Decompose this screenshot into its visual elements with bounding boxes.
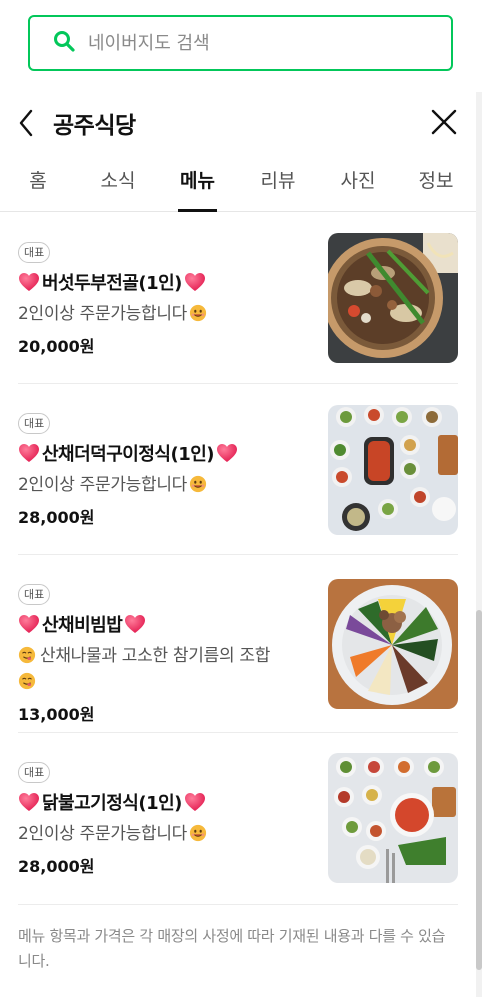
tab-menu[interactable]: 메뉴	[178, 166, 217, 212]
divider	[18, 554, 458, 555]
menu-item[interactable]: 대표 닭불고기정식(1인) 2인이상 주문가능합니다 28,000원	[18, 753, 458, 896]
heart-icon	[184, 792, 206, 812]
signature-badge: 대표	[18, 413, 51, 434]
tab-info[interactable]: 정보	[414, 166, 458, 212]
chevron-left-icon	[19, 109, 33, 137]
tab-home[interactable]: 홈	[18, 166, 58, 212]
back-button[interactable]	[14, 108, 38, 138]
tab-reviews[interactable]: 리뷰	[256, 166, 300, 212]
search-icon	[52, 29, 76, 57]
heart-icon	[18, 614, 40, 634]
tab-bar: 홈 소식 메뉴 리뷰 사진 정보	[0, 160, 482, 212]
scrollbar-track[interactable]	[476, 92, 482, 997]
page-title: 공주식당	[53, 113, 136, 139]
menu-name: 버섯두부전골(1인)	[42, 273, 182, 294]
menu-description-text: 2인이상 주문가능합니다	[18, 304, 188, 324]
menu-price: 13,000원	[18, 705, 95, 724]
heart-icon	[18, 272, 40, 292]
yum-emoji-icon	[18, 646, 36, 664]
menu-name-row: 산채비빔밥	[18, 611, 146, 637]
heart-icon	[216, 443, 238, 463]
yum-emoji-icon	[18, 672, 36, 690]
tab-photos[interactable]: 사진	[336, 166, 380, 212]
close-button[interactable]	[430, 108, 458, 136]
divider	[18, 732, 458, 733]
menu-notice: 메뉴 항목과 가격은 각 매장의 사정에 따라 기재된 내용과 다를 수 있습니…	[18, 927, 446, 970]
heart-icon	[184, 272, 206, 292]
signature-badge: 대표	[18, 242, 51, 263]
signature-badge: 대표	[18, 584, 51, 605]
divider	[18, 904, 458, 905]
menu-photo[interactable]	[328, 233, 458, 363]
tab-news[interactable]: 소식	[96, 166, 140, 212]
menu-name-row: 산채더덕구이정식(1인)	[18, 440, 238, 466]
menu-description-text: 산채나물과 고소한 참기름의 조합	[40, 646, 271, 666]
menu-description-text: 2인이상 주문가능합니다	[18, 475, 188, 495]
menu-item[interactable]: 대표 산채더덕구이정식(1인) 2인이상 주문가능합니다 28,000원	[18, 405, 458, 547]
menu-price: 28,000원	[18, 857, 95, 876]
divider	[18, 383, 458, 384]
menu-description: 산채나물과 고소한 참기름의 조합	[18, 643, 308, 695]
menu-description: 2인이상 주문가능합니다	[18, 821, 207, 847]
menu-photo[interactable]	[328, 405, 458, 535]
scrollbar-thumb[interactable]	[476, 610, 482, 970]
heart-icon	[18, 443, 40, 463]
menu-price: 20,000원	[18, 337, 95, 356]
menu-name-row: 닭불고기정식(1인)	[18, 789, 206, 815]
menu-description-text: 2인이상 주문가능합니다	[18, 824, 188, 844]
place-header: 공주식당	[0, 100, 482, 146]
search-bar[interactable]	[28, 15, 453, 71]
signature-badge: 대표	[18, 762, 51, 783]
smile-emoji-icon	[189, 304, 207, 322]
heart-icon	[18, 792, 40, 812]
menu-item[interactable]: 대표 버섯두부전골(1인) 2인이상 주문가능합니다 20,000원	[18, 233, 458, 376]
menu-description: 2인이상 주문가능합니다	[18, 301, 207, 327]
menu-name: 산채비빔밥	[42, 615, 123, 636]
menu-photo[interactable]	[328, 579, 458, 709]
close-icon	[431, 109, 457, 135]
menu-name-row: 버섯두부전골(1인)	[18, 269, 206, 295]
menu-description: 2인이상 주문가능합니다	[18, 472, 207, 498]
menu-name: 닭불고기정식(1인)	[42, 793, 182, 814]
heart-icon	[124, 614, 146, 634]
menu-price: 28,000원	[18, 508, 95, 527]
menu-photo[interactable]	[328, 753, 458, 883]
smile-emoji-icon	[189, 475, 207, 493]
search-input[interactable]	[88, 32, 428, 54]
smile-emoji-icon	[189, 824, 207, 842]
menu-name: 산채더덕구이정식(1인)	[42, 444, 215, 465]
menu-item[interactable]: 대표 산채비빔밥 산채나물과 고소한 참기름의 조합 13,000원	[18, 579, 458, 724]
